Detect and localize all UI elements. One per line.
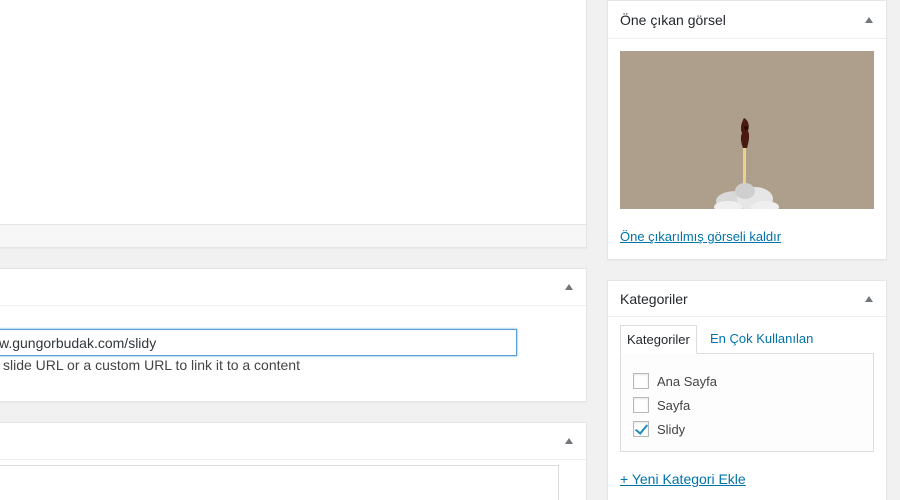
categories-checklist: Ana Sayfa Sayfa Slidy xyxy=(620,353,874,452)
toggle-arrow-icon[interactable] xyxy=(865,296,873,302)
third-meta-box xyxy=(0,422,587,500)
category-checkbox[interactable] xyxy=(633,397,649,413)
add-new-category-link[interactable]: + Yeni Kategori Ekle xyxy=(620,471,746,487)
featured-image-box: Öne çıkan görsel Öne çıkarılmış görseli … xyxy=(607,0,887,260)
categories-box: Kategoriler Kategoriler En Çok Kullanıla… xyxy=(607,280,887,500)
tab-all-categories[interactable]: Kategoriler xyxy=(620,325,697,354)
remove-featured-image-link[interactable]: Öne çıkarılmış görseli kaldır xyxy=(620,229,781,244)
slide-link-description: slide URL or a custom URL to link it to … xyxy=(3,357,300,373)
category-item-sayfa[interactable]: Sayfa xyxy=(633,396,690,414)
category-checkbox[interactable] xyxy=(633,373,649,389)
categories-title: Kategoriler xyxy=(620,291,688,307)
category-label: Slidy xyxy=(657,421,686,437)
match-smoke-image xyxy=(620,51,874,209)
featured-image-thumbnail[interactable] xyxy=(620,51,874,209)
editor-box xyxy=(0,0,587,248)
featured-image-header: Öne çıkan görsel xyxy=(608,1,886,39)
tab-most-used[interactable]: En Çok Kullanılan xyxy=(704,325,819,354)
category-item-slidy[interactable]: Slidy xyxy=(633,420,685,438)
toggle-arrow-icon[interactable] xyxy=(865,17,873,23)
category-label: Ana Sayfa xyxy=(657,373,717,389)
category-item-ana-sayfa[interactable]: Ana Sayfa xyxy=(633,372,717,390)
third-meta-box-content[interactable] xyxy=(0,465,559,500)
featured-image-title: Öne çıkan görsel xyxy=(620,12,726,28)
toggle-arrow-icon[interactable] xyxy=(565,284,573,290)
toggle-arrow-icon[interactable] xyxy=(565,438,573,444)
slide-link-box: slide URL or a custom URL to link it to … xyxy=(0,268,587,402)
third-meta-box-header xyxy=(0,423,586,460)
editor-status-bar xyxy=(0,224,586,247)
category-checkbox-checked[interactable] xyxy=(633,421,649,437)
slide-link-input[interactable] xyxy=(0,329,517,356)
slide-link-box-header xyxy=(0,269,586,306)
categories-header: Kategoriler xyxy=(608,281,886,317)
category-label: Sayfa xyxy=(657,397,691,413)
